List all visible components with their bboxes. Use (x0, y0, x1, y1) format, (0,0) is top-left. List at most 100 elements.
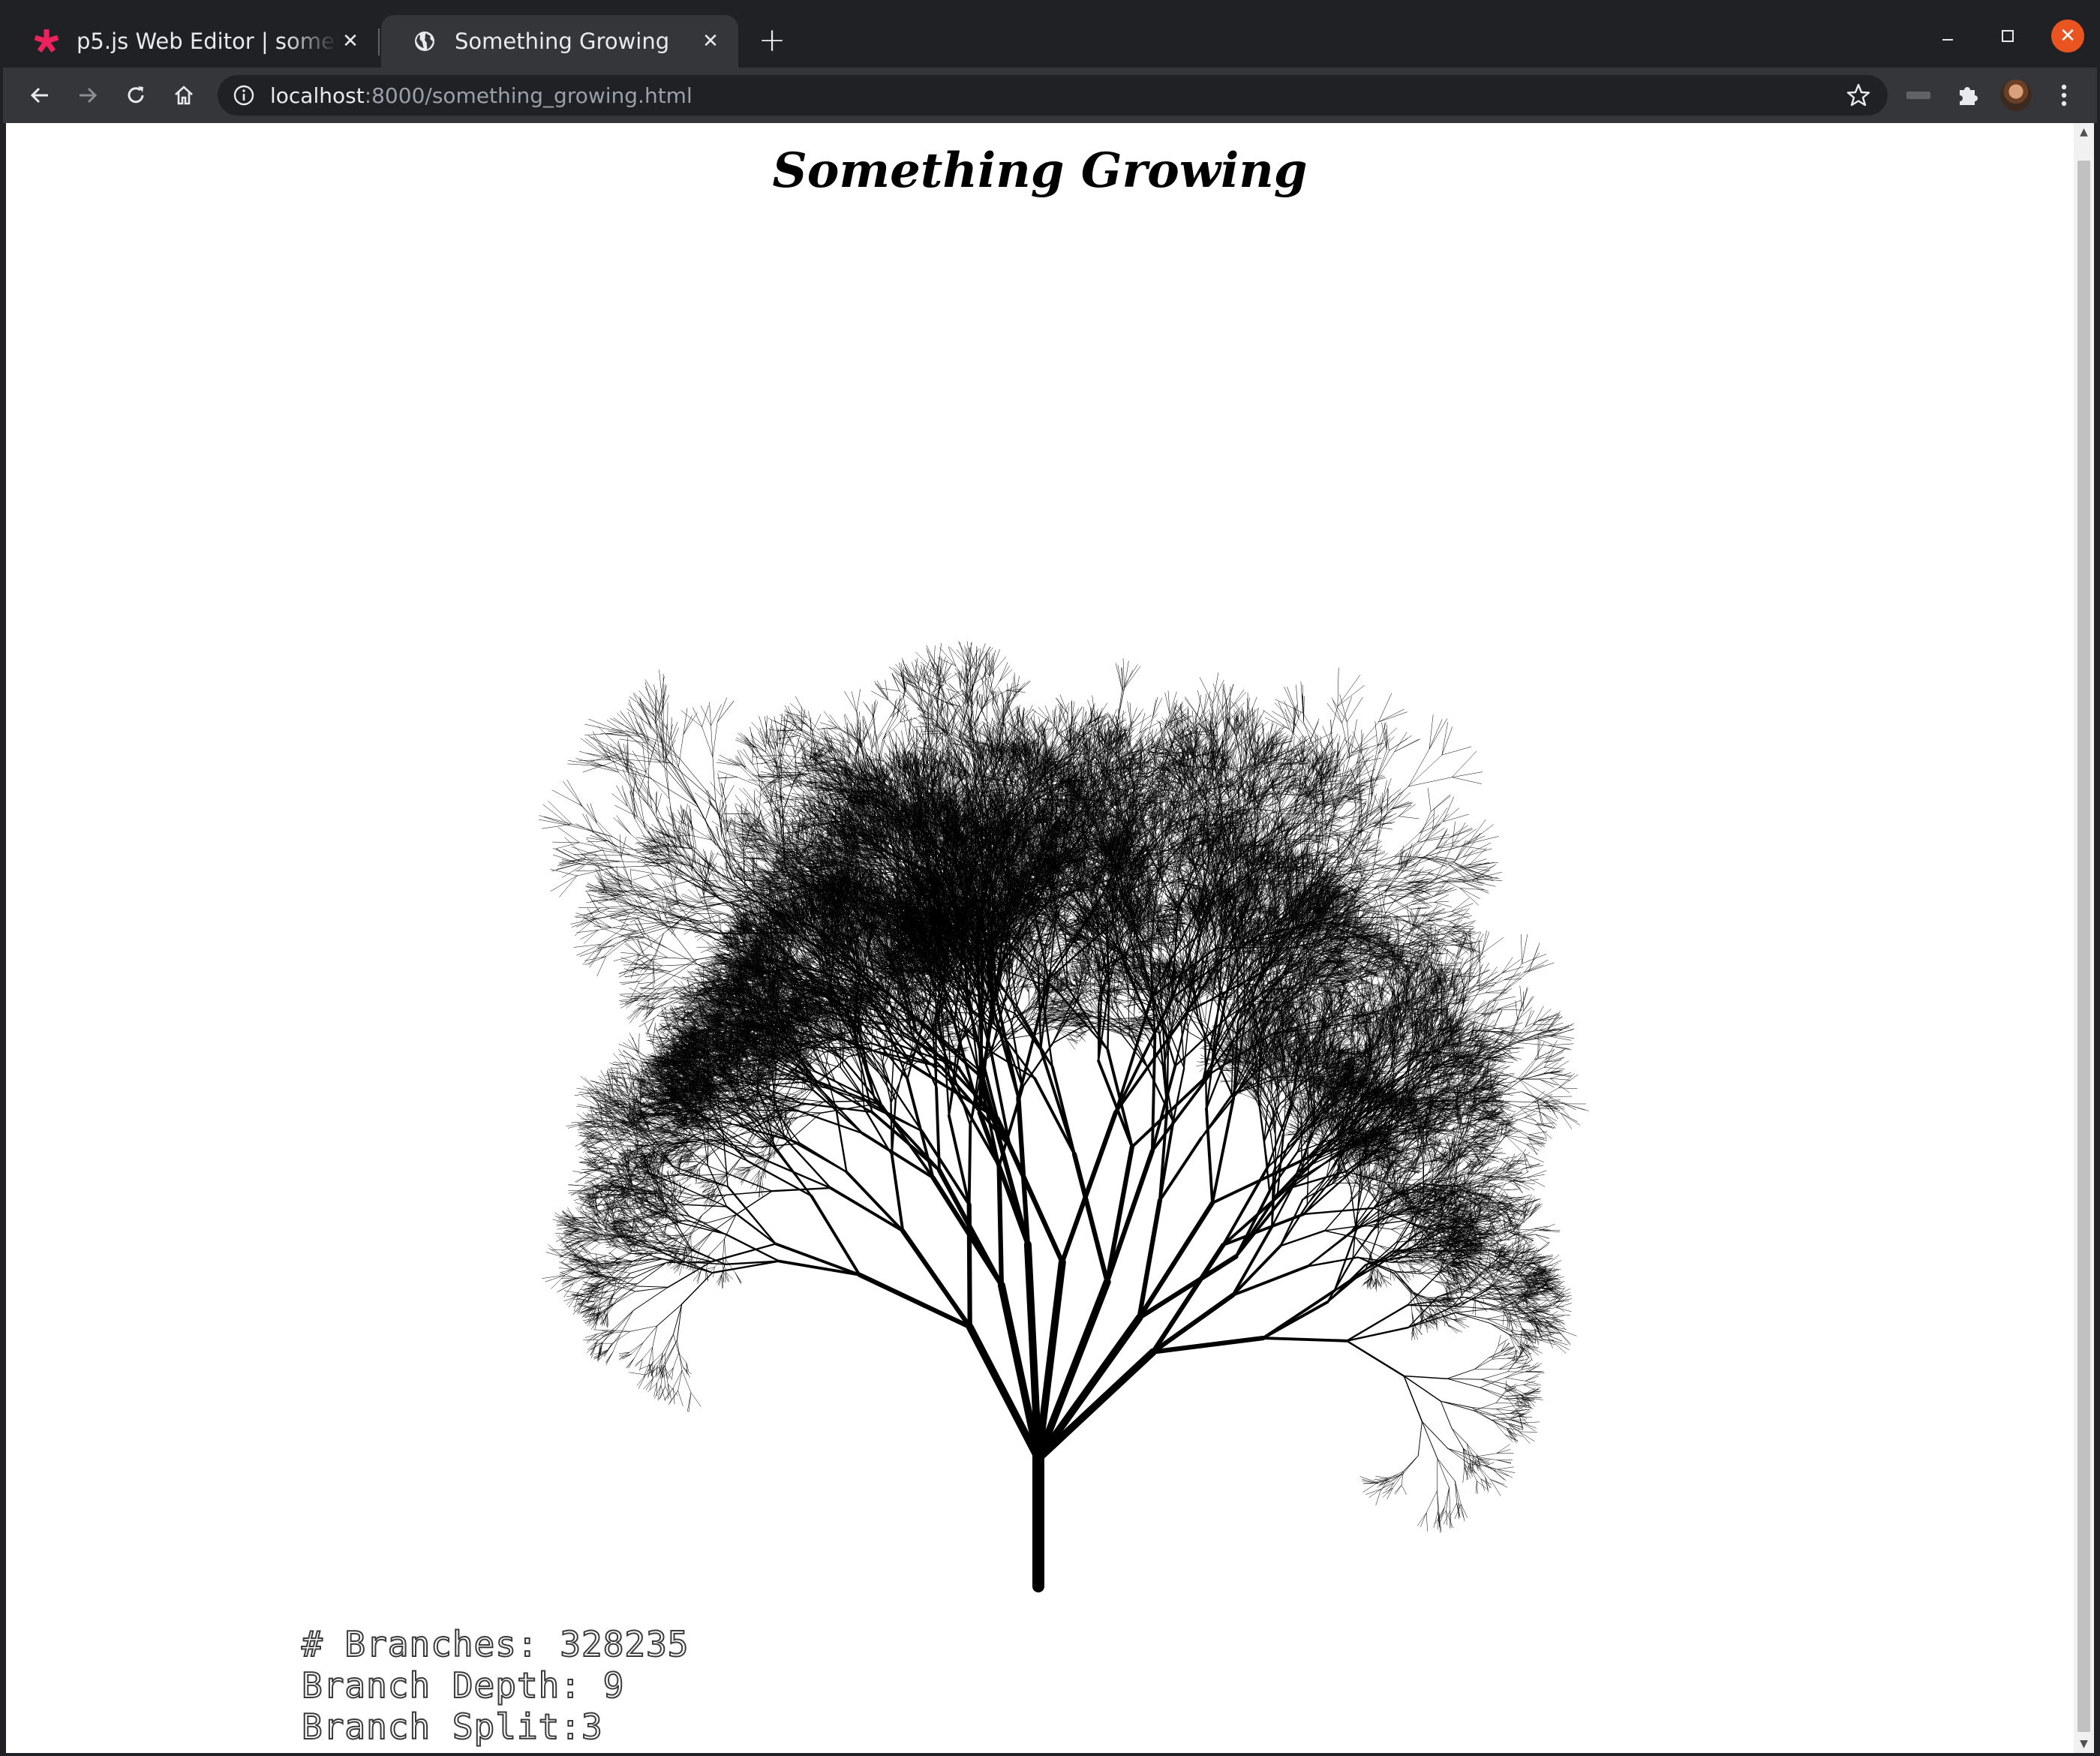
tree-branch (609, 1294, 614, 1304)
tree-branch (564, 1284, 574, 1297)
tree-branch (680, 1186, 727, 1207)
tree-branch (594, 1085, 604, 1099)
tree-canvas (6, 123, 2074, 1753)
tab-p5-editor[interactable]: p5.js Web Editor | something_growing ✕ (3, 15, 378, 68)
tree-branch (578, 1273, 591, 1276)
tree-branch (599, 1168, 616, 1177)
tree-branch (776, 1244, 860, 1275)
tree-branch (679, 1353, 683, 1367)
tree-branch (565, 1279, 576, 1282)
tree-branch (673, 1166, 728, 1186)
tree-branch (678, 1370, 682, 1391)
tree-branch (674, 1304, 682, 1334)
tree-branch (546, 1252, 563, 1258)
tree-branch (633, 1287, 668, 1310)
tree-branch (609, 1139, 623, 1159)
tab-something-growing[interactable]: Something Growing ✕ (381, 15, 738, 68)
maximize-icon[interactable] (1991, 20, 2024, 53)
tree-branch (668, 1261, 712, 1287)
globe-icon (411, 28, 438, 55)
tree-branch (751, 1158, 768, 1168)
tree-branch (649, 1347, 653, 1364)
tree-branch (624, 1078, 628, 1093)
tree-branch (614, 1310, 633, 1328)
tree-branch (682, 1370, 691, 1393)
tree-branch (653, 1025, 655, 1044)
tree-branch (677, 1228, 691, 1249)
tree-branch (648, 1365, 651, 1378)
new-tab-button[interactable]: + (753, 26, 791, 59)
tree-branch (620, 1310, 633, 1334)
tree-branch (811, 1196, 859, 1275)
tree-branch (673, 1353, 678, 1368)
tree-branch (614, 1283, 637, 1284)
tree-branch (653, 1326, 657, 1347)
tree-branch (581, 1253, 590, 1257)
extension-pill-icon[interactable] (1901, 78, 1936, 113)
tree-branch (614, 1291, 635, 1303)
tree-branch (665, 1340, 677, 1366)
tree-branch (575, 1207, 585, 1218)
tree-branch (810, 1058, 840, 1068)
tree-branch (599, 1342, 603, 1355)
address-bar[interactable]: localhost:8000/something_growing.html (218, 75, 1888, 116)
tree-branch (665, 1388, 674, 1400)
tree-branch (591, 1243, 600, 1250)
tree-branch (680, 1223, 726, 1234)
tree-branch (613, 1064, 629, 1065)
profile-avatar[interactable] (1999, 78, 2033, 113)
tree-branch (615, 1310, 633, 1330)
browser-toolbar: localhost:8000/something_growing.html (3, 68, 2097, 123)
close-tab-icon[interactable]: ✕ (338, 29, 363, 54)
browser-window: p5.js Web Editor | something_growing ✕ S… (3, 3, 2097, 1753)
extensions-puzzle-icon[interactable] (1951, 78, 1985, 113)
tree-branch (608, 1334, 620, 1351)
tree-branch (551, 1249, 569, 1250)
home-icon[interactable] (165, 77, 203, 114)
tree-branch (590, 1253, 607, 1255)
tree-branch (572, 1294, 587, 1297)
tree-branch (578, 1301, 594, 1303)
forward-arrow-icon[interactable] (69, 77, 107, 114)
tree-branch (587, 1343, 596, 1353)
tree-branch (660, 1386, 665, 1398)
tab-divider (378, 29, 380, 56)
tree-branch (620, 1354, 632, 1357)
tree-branch (542, 1275, 565, 1278)
tree-branch (591, 1255, 607, 1261)
reload-icon[interactable] (117, 77, 155, 114)
tab-title: Something Growing (455, 29, 698, 54)
url-text: localhost:8000/something_growing.html (270, 83, 692, 108)
kebab-menu-icon[interactable] (2047, 78, 2081, 113)
bookmark-star-icon[interactable] (1846, 83, 1871, 108)
tree-branch (599, 1303, 614, 1312)
minimize-icon[interactable] (1931, 20, 1964, 53)
tree-branch (627, 1358, 634, 1368)
tab-strip: p5.js Web Editor | something_growing ✕ S… (3, 3, 2097, 68)
tree-branch (621, 1069, 626, 1085)
tree-branch (584, 1179, 599, 1184)
tree-branch (673, 1370, 682, 1388)
site-info-icon[interactable] (233, 84, 255, 107)
tree-branch (602, 1303, 614, 1312)
tree-branch (617, 1286, 637, 1299)
tree-branch (548, 1244, 563, 1257)
tree-branch (565, 1261, 588, 1275)
tree-branch (665, 1368, 668, 1378)
tree-branch (584, 1078, 599, 1094)
tree-branch (678, 1391, 683, 1406)
tree-branch (562, 1279, 576, 1286)
p5-asterisk-icon (33, 28, 60, 55)
tree-branch (551, 1275, 565, 1288)
back-arrow-icon[interactable] (21, 77, 59, 114)
tree-branch (691, 1393, 701, 1407)
tree-branch (712, 1244, 776, 1262)
tree-branch (606, 1352, 613, 1366)
tree-branch (577, 1088, 599, 1092)
close-window-icon[interactable]: ✕ (2051, 20, 2084, 53)
close-tab-icon[interactable]: ✕ (698, 29, 723, 54)
tree-branch (760, 1181, 761, 1197)
tree-branch (657, 1304, 682, 1326)
page-viewport: Something Growing # Branches: 328235 Bra… (6, 123, 2094, 1753)
avatar (2000, 80, 2032, 111)
